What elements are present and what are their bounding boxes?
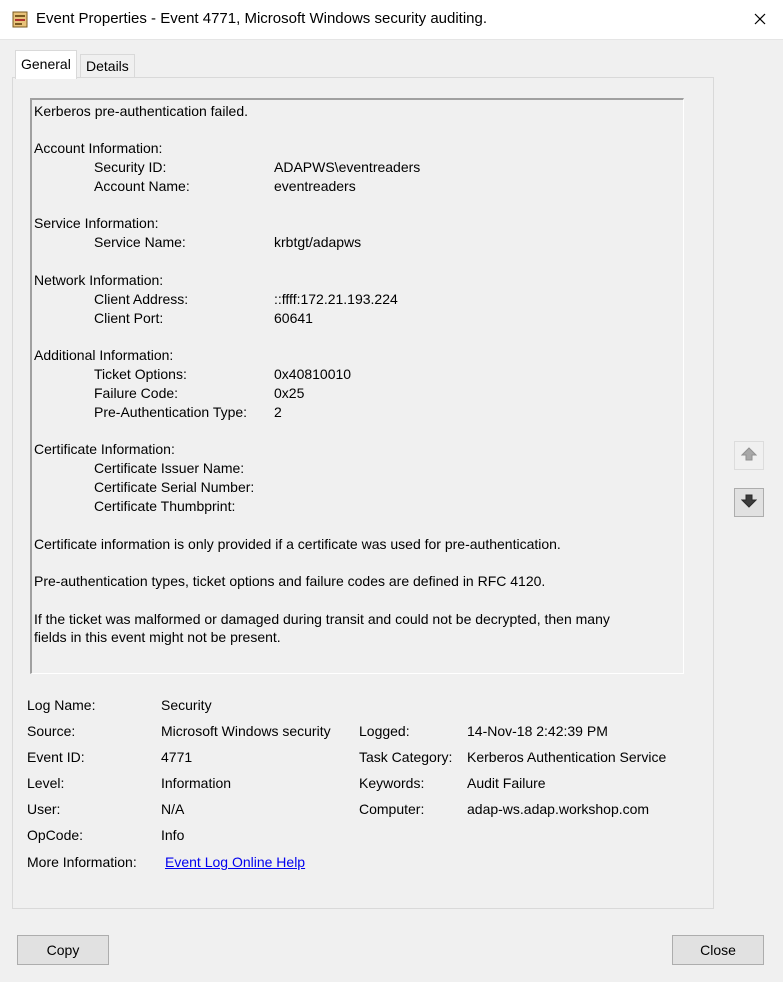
- logged-label: Logged:: [359, 723, 410, 739]
- close-window-button[interactable]: [737, 0, 783, 39]
- client-address-label: Client Address:: [94, 291, 189, 307]
- log-name-value: Security: [161, 697, 212, 713]
- opcode-label: OpCode:: [27, 827, 84, 843]
- arrow-up-icon: [740, 446, 758, 465]
- user-label: User:: [27, 801, 61, 817]
- level-label: Level:: [27, 775, 65, 791]
- certificate-note: Certificate information is only provided…: [34, 536, 561, 552]
- previous-event-button[interactable]: [734, 441, 764, 470]
- task-category-label: Task Category:: [359, 749, 453, 765]
- failure-code-value: 0x25: [274, 385, 305, 401]
- source-value: Microsoft Windows security: [161, 723, 331, 739]
- title-bar: Event Properties - Event 4771, Microsoft…: [0, 0, 783, 40]
- user-value: N/A: [161, 801, 185, 817]
- malformed-note-line2: fields in this event might not be presen…: [34, 629, 281, 645]
- event-id-value: 4771: [161, 749, 193, 765]
- account-information-header: Account Information:: [34, 140, 163, 156]
- tab-general[interactable]: General: [15, 50, 77, 79]
- network-information-header: Network Information:: [34, 272, 164, 288]
- close-icon: [754, 12, 766, 28]
- description-summary: Kerberos pre-authentication failed.: [34, 103, 249, 119]
- log-name-label: Log Name:: [27, 697, 96, 713]
- additional-information-header: Additional Information:: [34, 347, 174, 363]
- cert-serial-label: Certificate Serial Number:: [94, 479, 255, 495]
- copy-button[interactable]: Copy: [17, 935, 109, 965]
- logged-value: 14-Nov-18 2:42:39 PM: [467, 723, 608, 739]
- opcode-value: Info: [161, 827, 185, 843]
- account-name-value: eventreaders: [274, 178, 356, 194]
- certificate-information-header: Certificate Information:: [34, 441, 175, 457]
- service-name-label: Service Name:: [94, 234, 186, 250]
- ticket-options-value: 0x40810010: [274, 366, 352, 382]
- preauth-type-label: Pre-Authentication Type:: [94, 404, 248, 420]
- event-viewer-icon: [12, 11, 28, 28]
- event-log-online-help-link[interactable]: Event Log Online Help: [165, 853, 305, 871]
- keywords-value: Audit Failure: [467, 775, 546, 791]
- rfc-note: Pre-authentication types, ticket options…: [34, 573, 546, 589]
- source-label: Source:: [27, 723, 76, 739]
- client-port-label: Client Port:: [94, 310, 164, 326]
- keywords-label: Keywords:: [359, 775, 425, 791]
- arrow-down-icon: [740, 493, 758, 512]
- service-information-header: Service Information:: [34, 215, 159, 231]
- more-information-label: More Information:: [27, 854, 137, 870]
- client-port-value: 60641: [274, 310, 313, 326]
- cert-issuer-label: Certificate Issuer Name:: [94, 460, 245, 476]
- account-name-label: Account Name:: [94, 178, 190, 194]
- computer-label: Computer:: [359, 801, 425, 817]
- ticket-options-label: Ticket Options:: [94, 366, 187, 382]
- window-title: Event Properties - Event 4771, Microsoft…: [36, 10, 488, 27]
- tab-details[interactable]: Details: [80, 54, 135, 77]
- preauth-type-value: 2: [274, 404, 282, 420]
- service-name-value: krbtgt/adapws: [274, 234, 362, 250]
- task-category-value: Kerberos Authentication Service: [467, 749, 667, 765]
- next-event-button[interactable]: [734, 488, 764, 517]
- failure-code-label: Failure Code:: [94, 385, 179, 401]
- event-id-label: Event ID:: [27, 749, 85, 765]
- security-id-value: ADAPWS\eventreaders: [274, 159, 421, 175]
- computer-value: adap-ws.adap.workshop.com: [467, 801, 650, 817]
- level-value: Information: [161, 775, 232, 791]
- security-id-label: Security ID:: [94, 159, 167, 175]
- close-button[interactable]: Close: [672, 935, 764, 965]
- cert-thumbprint-label: Certificate Thumbprint:: [94, 498, 236, 514]
- event-description-box[interactable]: Kerberos pre-authentication failed. Acco…: [30, 98, 684, 674]
- malformed-note-line1: If the ticket was malformed or damaged d…: [34, 611, 610, 627]
- client-address-value: ::ffff:172.21.193.224: [274, 291, 398, 307]
